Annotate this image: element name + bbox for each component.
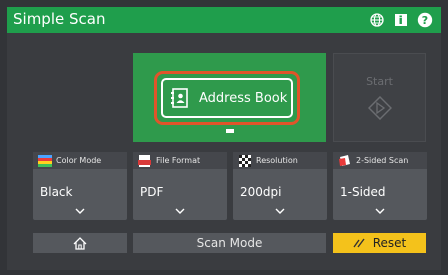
setting-value: PDF	[140, 185, 164, 199]
chevron-down-icon	[375, 208, 385, 214]
info-icon[interactable]	[391, 10, 411, 30]
home-icon	[73, 236, 87, 250]
start-button[interactable]: Start	[333, 53, 426, 142]
setting-two-sided[interactable]: 2-Sided Scan 1-Sided	[333, 152, 427, 220]
address-book-icon	[171, 88, 188, 108]
setting-header: 2-Sided Scan	[333, 152, 427, 169]
globe-icon[interactable]	[367, 10, 387, 30]
setting-header: Resolution	[233, 152, 327, 169]
setting-header: Color Mode	[33, 152, 127, 169]
setting-value: 200dpi	[240, 185, 282, 199]
scan-mode-label: Scan Mode	[196, 236, 263, 250]
reset-button[interactable]: Reset	[333, 233, 426, 253]
setting-value: Black	[40, 185, 73, 199]
setting-label: 2-Sided Scan	[356, 156, 409, 165]
color-mode-icon	[38, 154, 52, 167]
start-icon	[368, 96, 392, 120]
setting-color-mode[interactable]: Color Mode Black	[33, 152, 127, 220]
scan-mode-button[interactable]: Scan Mode	[133, 233, 326, 253]
two-sided-icon	[339, 154, 350, 166]
address-book-button[interactable]: Address Book	[154, 71, 300, 125]
pdf-file-icon	[138, 154, 151, 167]
chevron-down-icon	[275, 208, 285, 214]
app-title: Simple Scan	[13, 10, 106, 28]
setting-label: Resolution	[256, 156, 298, 165]
reset-label: Reset	[372, 236, 407, 250]
page-indicator	[226, 129, 234, 133]
title-bar: Simple Scan ?	[7, 7, 441, 33]
setting-value: 1-Sided	[340, 185, 386, 199]
resolution-icon	[239, 154, 251, 167]
setting-file-format[interactable]: File Format PDF	[133, 152, 227, 220]
home-button[interactable]	[33, 233, 127, 253]
setting-label: File Format	[156, 156, 201, 165]
chevron-down-icon	[75, 208, 85, 214]
address-book-button-inner: Address Book	[161, 78, 293, 118]
setting-label: Color Mode	[56, 156, 102, 165]
start-label: Start	[366, 75, 393, 88]
help-icon[interactable]: ?	[415, 10, 435, 30]
reset-icon	[353, 238, 365, 248]
setting-header: File Format	[133, 152, 227, 169]
setting-resolution[interactable]: Resolution 200dpi	[233, 152, 327, 220]
chevron-down-icon	[175, 208, 185, 214]
address-book-label: Address Book	[199, 90, 288, 106]
svg-text:?: ?	[422, 14, 428, 27]
